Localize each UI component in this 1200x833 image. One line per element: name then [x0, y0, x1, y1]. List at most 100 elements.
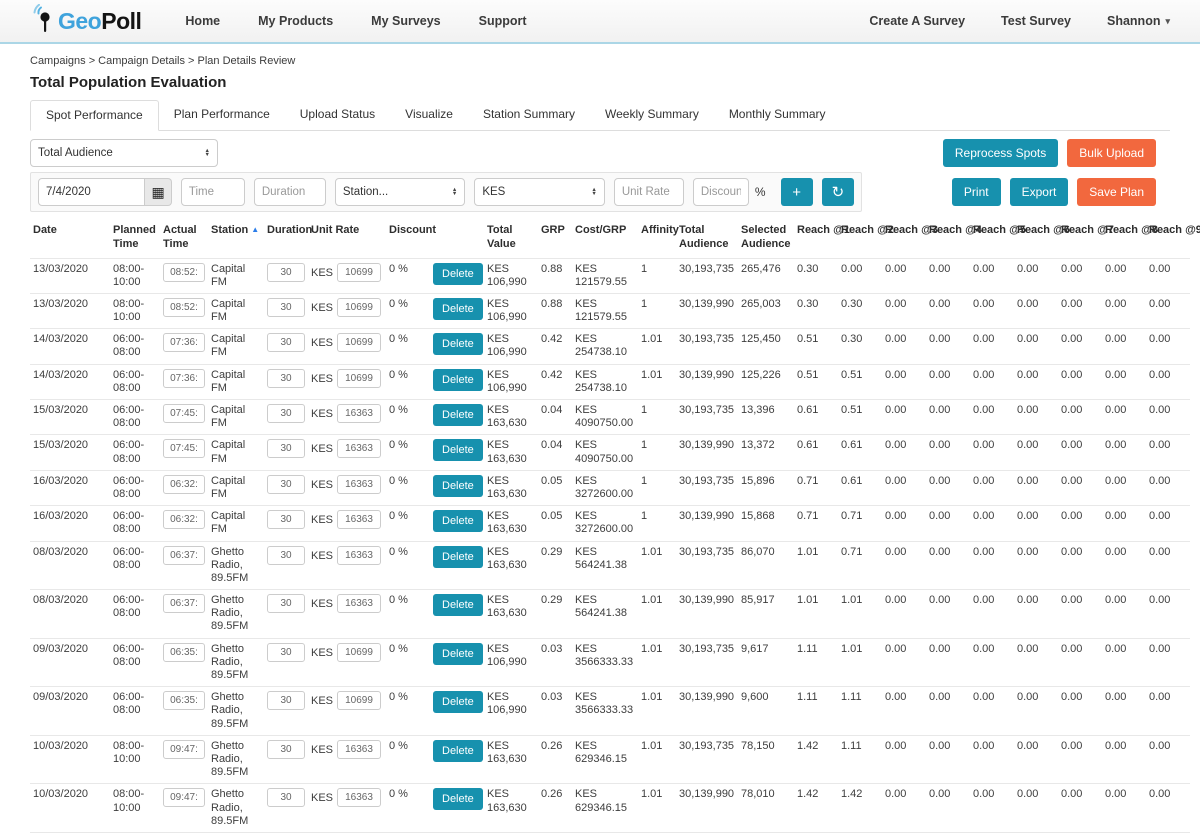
- actual-time-input[interactable]: [163, 510, 205, 529]
- currency-label: KES: [311, 333, 333, 350]
- duration-input[interactable]: [267, 691, 305, 710]
- reach-5-cell: 0.00: [970, 258, 1014, 293]
- actual-time-input[interactable]: [163, 788, 205, 807]
- delete-button[interactable]: Delete: [433, 475, 483, 497]
- unit-rate-cell: KES: [308, 506, 386, 533]
- actual-time-input[interactable]: [163, 439, 205, 458]
- unit-rate-input[interactable]: [337, 788, 381, 807]
- actual-time-input[interactable]: [163, 740, 205, 759]
- unit-rate-input[interactable]: [337, 263, 381, 282]
- delete-button[interactable]: Delete: [433, 788, 483, 810]
- geopoll-logo[interactable]: GeoPoll: [30, 6, 141, 37]
- audience-select[interactable]: Total Audience ▲▼: [30, 139, 218, 167]
- duration-input[interactable]: [267, 546, 305, 565]
- total-value-cell: KES 106,990: [484, 364, 538, 399]
- tab-spot-performance[interactable]: Spot Performance: [30, 100, 159, 131]
- unit-rate-input[interactable]: [337, 333, 381, 352]
- bulk-upload-button[interactable]: Bulk Upload: [1067, 139, 1156, 167]
- export-button[interactable]: Export: [1010, 178, 1069, 206]
- tab-visualize[interactable]: Visualize: [390, 100, 468, 131]
- save-plan-button[interactable]: Save Plan: [1077, 178, 1156, 206]
- delete-button[interactable]: Delete: [433, 546, 483, 568]
- total-audience-cell: 30,193,735: [676, 470, 738, 505]
- nav-item-test-survey[interactable]: Test Survey: [1001, 14, 1071, 28]
- duration-input[interactable]: [267, 740, 305, 759]
- unit-rate-input[interactable]: [337, 475, 381, 494]
- unit-rate-input[interactable]: [337, 510, 381, 529]
- delete-button[interactable]: Delete: [433, 510, 483, 532]
- duration-input[interactable]: [254, 178, 326, 206]
- tab-monthly-summary[interactable]: Monthly Summary: [714, 100, 841, 131]
- unit-rate-input[interactable]: [337, 740, 381, 759]
- reach-9-cell: 0.00: [1146, 506, 1190, 541]
- duration-input[interactable]: [267, 298, 305, 317]
- duration-input[interactable]: [267, 263, 305, 282]
- actual-time-input[interactable]: [163, 263, 205, 282]
- duration-input[interactable]: [267, 333, 305, 352]
- user-menu[interactable]: Shannon ▾: [1107, 14, 1170, 28]
- station-select[interactable]: Station... ▲▼: [335, 178, 465, 206]
- actual-time-input[interactable]: [163, 333, 205, 352]
- duration-input[interactable]: [267, 643, 305, 662]
- tab-upload-status[interactable]: Upload Status: [285, 100, 390, 131]
- tab-plan-performance[interactable]: Plan Performance: [159, 100, 285, 131]
- delete-button[interactable]: Delete: [433, 740, 483, 762]
- duration-input[interactable]: [267, 404, 305, 423]
- delete-button[interactable]: Delete: [433, 439, 483, 461]
- actual-time-input[interactable]: [163, 691, 205, 710]
- delete-button[interactable]: Delete: [433, 643, 483, 665]
- tab-station-summary[interactable]: Station Summary: [468, 100, 590, 131]
- reach-7-cell: 0.00: [1058, 293, 1102, 328]
- unit-rate-input[interactable]: [614, 178, 684, 206]
- add-spot-button[interactable]: +: [781, 178, 813, 206]
- refresh-button[interactable]: ↻: [822, 178, 854, 206]
- col-header-station[interactable]: Station▲: [208, 221, 264, 258]
- duration-input[interactable]: [267, 475, 305, 494]
- delete-button[interactable]: Delete: [433, 404, 483, 426]
- actual-time-input[interactable]: [163, 369, 205, 388]
- date-input[interactable]: [38, 178, 145, 206]
- unit-rate-input[interactable]: [337, 594, 381, 613]
- actual-time-input[interactable]: [163, 298, 205, 317]
- unit-rate-input[interactable]: [337, 643, 381, 662]
- reach-4-cell: 0.00: [926, 784, 970, 833]
- actual-time-input[interactable]: [163, 475, 205, 494]
- duration-input[interactable]: [267, 369, 305, 388]
- duration-input[interactable]: [267, 439, 305, 458]
- reprocess-spots-button[interactable]: Reprocess Spots: [943, 139, 1058, 167]
- delete-button[interactable]: Delete: [433, 263, 483, 285]
- nav-item-create-a-survey[interactable]: Create A Survey: [869, 14, 965, 28]
- delete-button[interactable]: Delete: [433, 298, 483, 320]
- unit-rate-input[interactable]: [337, 298, 381, 317]
- discount-input[interactable]: [693, 178, 749, 206]
- time-input[interactable]: [181, 178, 245, 206]
- nav-item-home[interactable]: Home: [185, 14, 220, 28]
- actual-time-input[interactable]: [163, 546, 205, 565]
- nav-item-my-products[interactable]: My Products: [258, 14, 333, 28]
- unit-rate-input[interactable]: [337, 404, 381, 423]
- unit-rate-input[interactable]: [337, 691, 381, 710]
- calendar-icon[interactable]: ▦: [145, 178, 172, 206]
- currency-select[interactable]: KES ▲▼: [474, 178, 604, 206]
- delete-button[interactable]: Delete: [433, 333, 483, 355]
- actual-time-input[interactable]: [163, 643, 205, 662]
- tab-weekly-summary[interactable]: Weekly Summary: [590, 100, 714, 131]
- table-row: 15/03/202006:00-08:00Capital FMKES0 %Del…: [30, 435, 1190, 470]
- duration-input[interactable]: [267, 788, 305, 807]
- nav-item-my-surveys[interactable]: My Surveys: [371, 14, 440, 28]
- unit-rate-input[interactable]: [337, 439, 381, 458]
- station-cell: Ghetto Radio, 89.5FM: [208, 735, 264, 784]
- delete-button[interactable]: Delete: [433, 369, 483, 391]
- delete-button[interactable]: Delete: [433, 594, 483, 616]
- nav-item-support[interactable]: Support: [479, 14, 527, 28]
- actual-time-input[interactable]: [163, 594, 205, 613]
- unit-rate-input[interactable]: [337, 546, 381, 565]
- duration-input[interactable]: [267, 510, 305, 529]
- unit-rate-input[interactable]: [337, 369, 381, 388]
- print-button[interactable]: Print: [952, 178, 1001, 206]
- duration-input[interactable]: [267, 594, 305, 613]
- delete-button[interactable]: Delete: [433, 691, 483, 713]
- breadcrumb[interactable]: Campaigns > Campaign Details > Plan Deta…: [0, 44, 1200, 67]
- actual-time-input[interactable]: [163, 404, 205, 423]
- reach-9-cell: 0.00: [1146, 541, 1190, 590]
